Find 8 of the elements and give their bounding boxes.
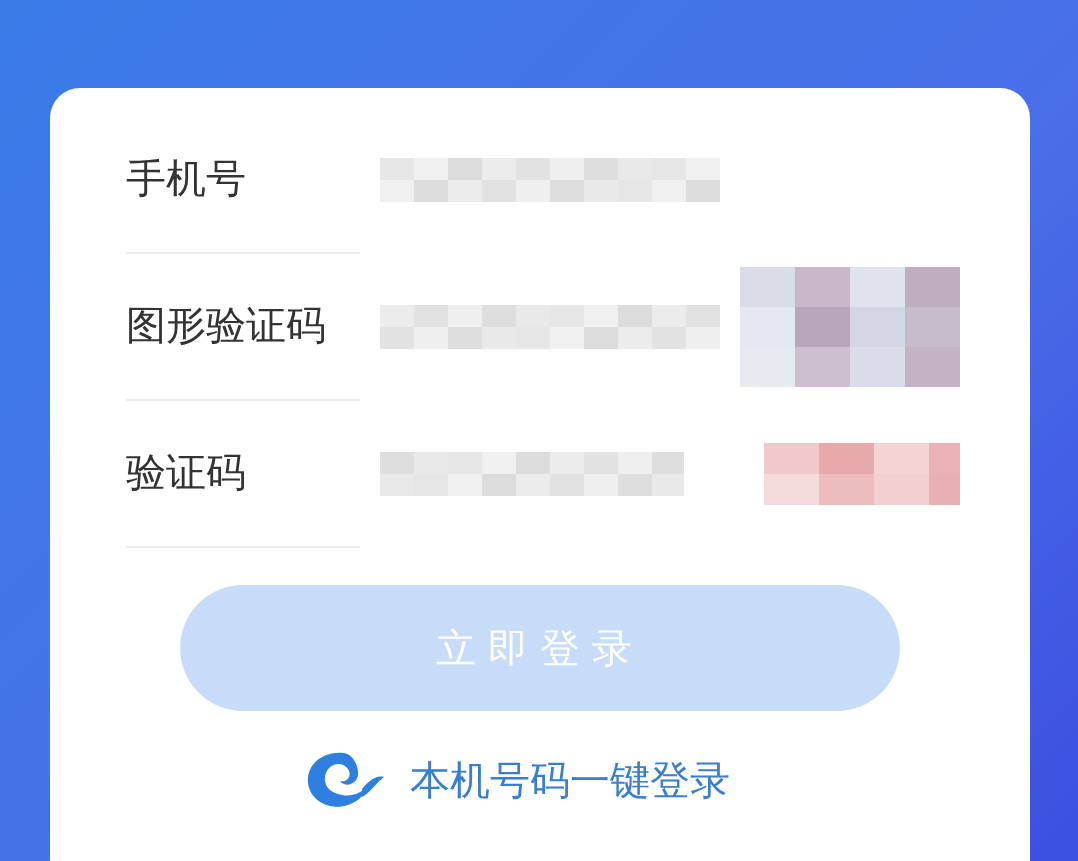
field-label: 手机号 [126,154,246,203]
one-tap-login-link[interactable]: 本机号码一键登录 [410,752,730,808]
field-label: 图形验证码 [126,301,326,350]
obscured-button[interactable] [763,442,960,505]
obscured-field[interactable] [380,451,684,496]
obscured-field[interactable] [380,304,720,349]
field-label: 验证码 [126,448,246,497]
obscured-field[interactable] [380,157,720,202]
